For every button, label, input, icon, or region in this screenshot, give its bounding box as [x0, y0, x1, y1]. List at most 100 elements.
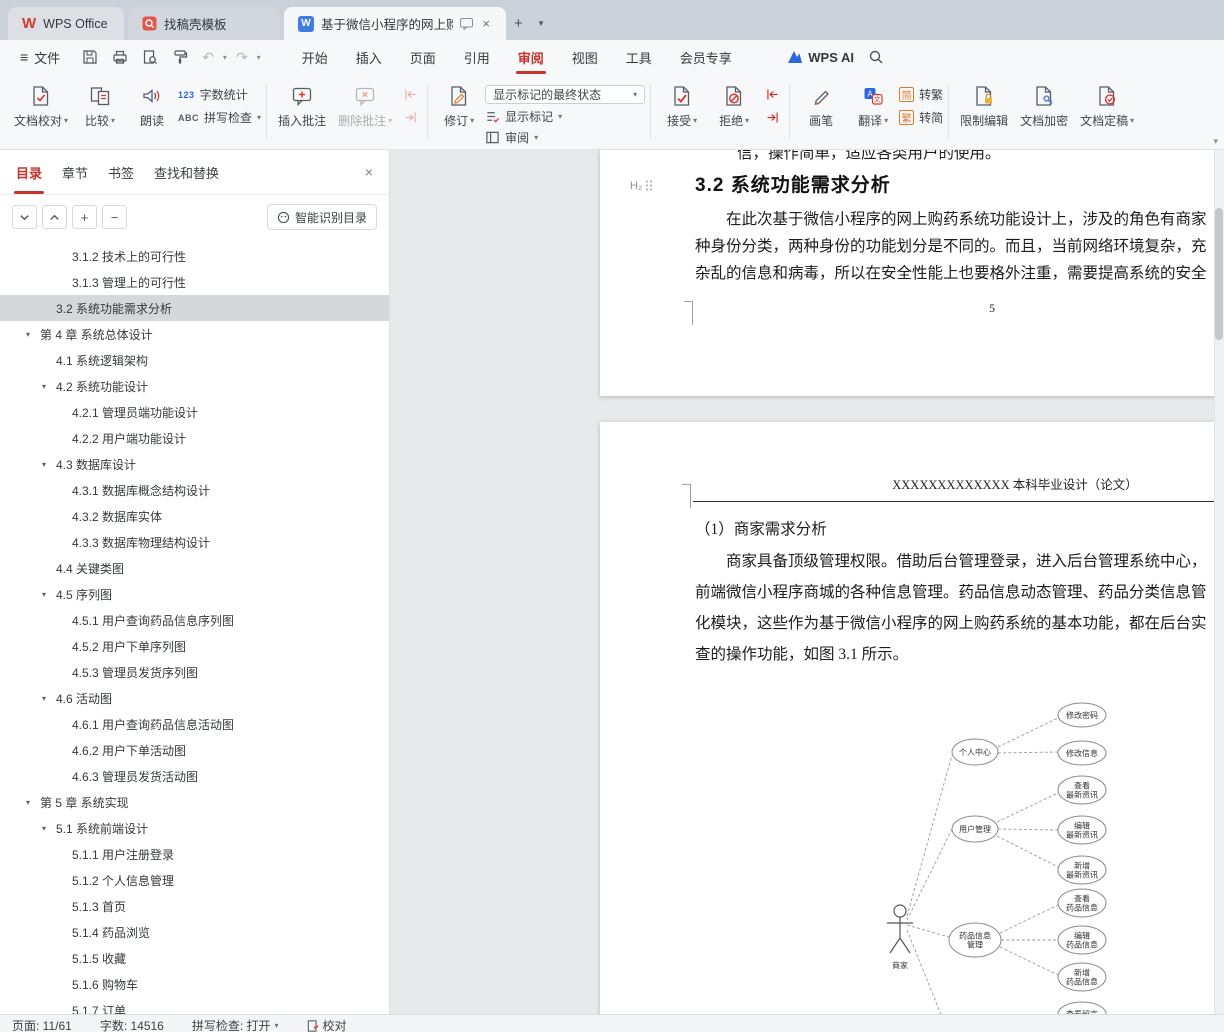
toc-item[interactable]: 5.1.5 收藏: [0, 945, 389, 971]
collapse-arrow-icon[interactable]: ▾: [26, 330, 30, 339]
document-area[interactable]: 信，操作简单，适应各类用户的使用。 H₂ 3.2 系统功能需求分析 在此次基于微…: [390, 150, 1224, 1014]
menu-item[interactable]: 会员专享: [666, 40, 746, 74]
new-tab-button[interactable]: +: [506, 7, 531, 40]
toc-item[interactable]: 4.3.3 数据库物理结构设计: [0, 529, 389, 555]
toc-item[interactable]: 4.1 系统逻辑架构: [0, 347, 389, 373]
toc-item[interactable]: 4.5.1 用户查询药品信息序列图: [0, 607, 389, 633]
vertical-scrollbar[interactable]: [1214, 150, 1224, 1014]
toc-item[interactable]: 5.1.4 药品浏览: [0, 919, 389, 945]
menu-item[interactable]: 开始: [288, 40, 342, 74]
ink-brush-button[interactable]: 画笔: [795, 78, 847, 145]
toc-item[interactable]: 4.2.2 用户端功能设计: [0, 425, 389, 451]
toc-item[interactable]: 4.6.3 管理员发货活动图: [0, 763, 389, 789]
menu-item[interactable]: 审阅: [504, 40, 558, 74]
undo-history-chevron-icon[interactable]: ▾: [222, 53, 228, 62]
toc-item[interactable]: 3.1.2 技术上的可行性: [0, 243, 389, 269]
redo-button[interactable]: ↷: [230, 40, 254, 74]
toc-item[interactable]: 4.3.2 数据库实体: [0, 503, 389, 529]
print-button[interactable]: [106, 40, 134, 74]
toc-item[interactable]: 4.5.3 管理员发货序列图: [0, 659, 389, 685]
save-button[interactable]: [76, 40, 104, 74]
toc-item[interactable]: 5.1.1 用户注册登录: [0, 841, 389, 867]
toc-item[interactable]: 4.2.1 管理员端功能设计: [0, 399, 389, 425]
doc-proofread-button[interactable]: 文档校对 ▾: [8, 78, 74, 145]
toc-item[interactable]: 3.2 系统功能需求分析: [0, 295, 389, 321]
page-indicator[interactable]: 页面: 11/61: [12, 1017, 72, 1032]
document-page-6[interactable]: XXXXXXXXXXXXX 本科毕业设计（论文） （1）商家需求分析 商家具备顶…: [600, 422, 1224, 1014]
collapse-arrow-icon[interactable]: ▾: [42, 694, 46, 703]
toc-item[interactable]: 5.1.6 购物车: [0, 971, 389, 997]
smart-toc-button[interactable]: 智能识别目录: [266, 204, 377, 230]
translate-button[interactable]: A文 翻译 ▾: [847, 78, 899, 145]
toc-item[interactable]: 5.1.2 个人信息管理: [0, 867, 389, 893]
toc-item[interactable]: 4.6.2 用户下单活动图: [0, 737, 389, 763]
collapse-all-button[interactable]: [42, 205, 67, 229]
toc-item[interactable]: ▾ 5.1 系统前端设计: [0, 815, 389, 841]
traditional-to-simplified-button[interactable]: 繁 转简: [899, 108, 943, 127]
document-page-5[interactable]: 信，操作简单，适应各类用户的使用。 H₂ 3.2 系统功能需求分析 在此次基于微…: [600, 150, 1224, 396]
collapse-ribbon-chevron-icon[interactable]: ▾: [1213, 136, 1218, 147]
review-pane-button[interactable]: 审阅 ▾: [485, 129, 645, 146]
collapse-arrow-icon[interactable]: ▾: [42, 382, 46, 391]
read-aloud-button[interactable]: 朗读: [126, 78, 178, 145]
toc-item[interactable]: ▾ 4.3 数据库设计: [0, 451, 389, 477]
word-count-button[interactable]: 123 字数统计: [178, 85, 261, 104]
spell-check-button[interactable]: ABC 拼写检查 ▾: [178, 108, 261, 127]
zoom-out-outline-button[interactable]: −: [102, 205, 127, 229]
toc-item[interactable]: 4.6.1 用户查询药品信息活动图: [0, 711, 389, 737]
sidebar-tab[interactable]: 书签: [98, 150, 144, 194]
menu-item[interactable]: 视图: [558, 40, 612, 74]
wps-home-tab[interactable]: W WPS Office: [8, 7, 124, 40]
zoom-in-outline-button[interactable]: +: [72, 205, 97, 229]
word-count-indicator[interactable]: 字数: 14516: [100, 1017, 164, 1032]
search-button[interactable]: [868, 49, 884, 65]
previous-comment-button[interactable]: [398, 85, 422, 104]
track-changes-button[interactable]: 修订 ▾: [433, 78, 485, 145]
collapse-arrow-icon[interactable]: ▾: [42, 824, 46, 833]
sidebar-close-icon[interactable]: ×: [355, 150, 383, 194]
toc-item[interactable]: 4.5.2 用户下单序列图: [0, 633, 389, 659]
previous-revision-button[interactable]: [760, 85, 784, 104]
tab-list-chevron-icon[interactable]: ▾: [531, 7, 552, 40]
toc-item[interactable]: 4.4 关键类图: [0, 555, 389, 581]
heading-level-tag[interactable]: H₂: [630, 179, 653, 192]
markup-state-select[interactable]: 显示标记的最终状态 ▾: [485, 85, 646, 104]
toc-item[interactable]: ▾ 4.6 活动图: [0, 685, 389, 711]
encrypt-document-button[interactable]: 文档加密: [1014, 78, 1074, 145]
reject-revision-button[interactable]: 拒绝 ▾: [708, 78, 760, 145]
tab-template-store[interactable]: 找稿壳模板: [128, 7, 280, 40]
quick-access-customize-chevron-icon[interactable]: ▾: [256, 53, 262, 62]
next-revision-button[interactable]: [760, 108, 784, 127]
sidebar-tab[interactable]: 目录: [6, 150, 52, 194]
expand-all-button[interactable]: [12, 205, 37, 229]
sidebar-tab[interactable]: 查找和替换: [144, 150, 229, 194]
menu-item[interactable]: 工具: [612, 40, 666, 74]
collapse-arrow-icon[interactable]: ▾: [26, 798, 30, 807]
sidebar-tab[interactable]: 章节: [52, 150, 98, 194]
toc-item[interactable]: 4.3.1 数据库概念结构设计: [0, 477, 389, 503]
drag-handle-icon[interactable]: [645, 179, 653, 192]
scrollbar-thumb[interactable]: [1215, 208, 1223, 340]
tab-close-icon[interactable]: ×: [480, 16, 492, 31]
finalize-document-button[interactable]: 文档定稿 ▾: [1074, 78, 1140, 145]
next-comment-button[interactable]: [398, 108, 422, 127]
collapse-arrow-icon[interactable]: ▾: [42, 590, 46, 599]
wps-ai-button[interactable]: WPS AI: [787, 50, 854, 65]
toc-item[interactable]: ▾ 第 5 章 系统实现: [0, 789, 389, 815]
spellcheck-indicator[interactable]: 拼写检查: 打开 ▾: [192, 1017, 279, 1032]
compare-button[interactable]: 比较 ▾: [74, 78, 126, 145]
menu-item[interactable]: 引用: [450, 40, 504, 74]
accept-revision-button[interactable]: 接受 ▾: [656, 78, 708, 145]
collapse-arrow-icon[interactable]: ▾: [42, 460, 46, 469]
restrict-editing-button[interactable]: 限制编辑: [954, 78, 1014, 145]
menu-item[interactable]: 页面: [396, 40, 450, 74]
proofread-indicator[interactable]: 校对: [307, 1017, 347, 1032]
undo-button[interactable]: ↶: [196, 40, 220, 74]
tab-document-active[interactable]: W 基于微信小程序的网上购药系 ×: [284, 7, 506, 40]
menu-item[interactable]: 插入: [342, 40, 396, 74]
toc-item[interactable]: 3.1.3 管理上的可行性: [0, 269, 389, 295]
toc-item[interactable]: ▾ 第 4 章 系统总体设计: [0, 321, 389, 347]
insert-comment-button[interactable]: 插入批注: [272, 78, 332, 145]
print-preview-button[interactable]: [136, 40, 164, 74]
format-painter-button[interactable]: [166, 40, 194, 74]
